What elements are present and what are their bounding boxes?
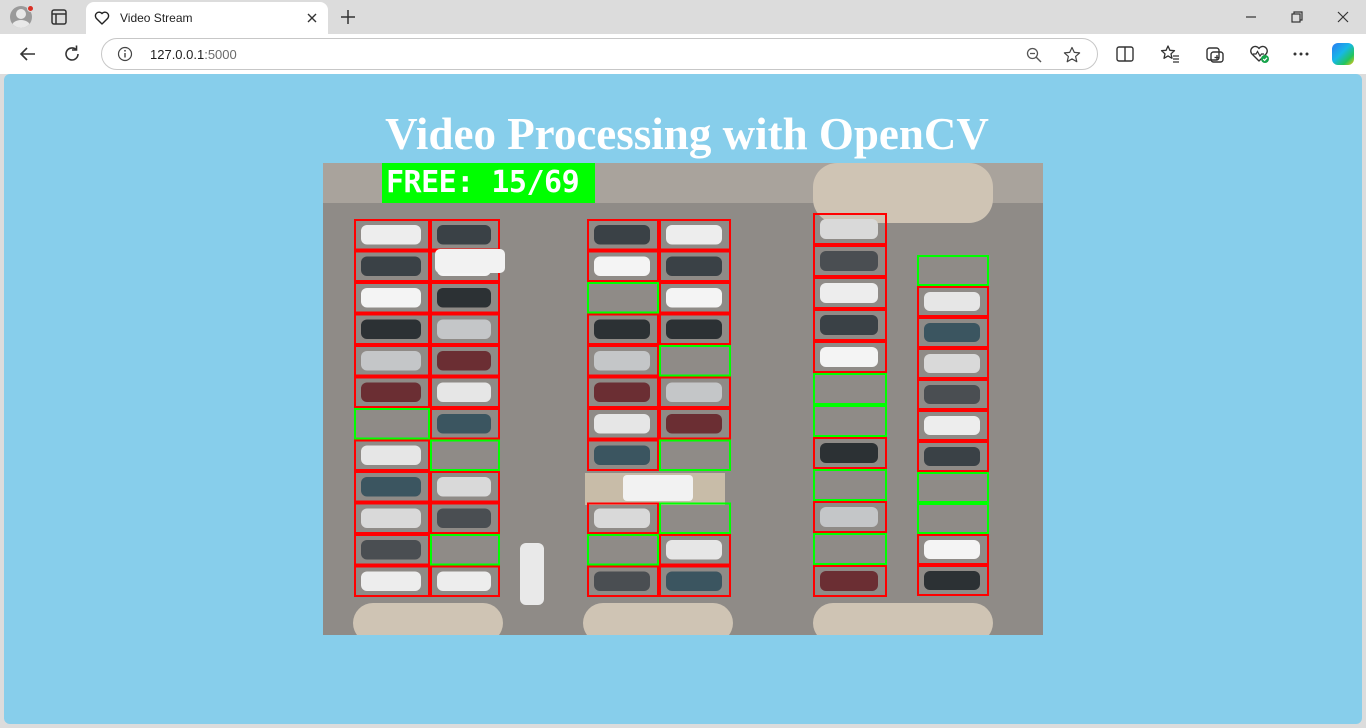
parked-car [361, 225, 421, 245]
parked-car [361, 319, 421, 339]
parked-car [623, 475, 693, 501]
copilot-icon[interactable] [1332, 43, 1354, 65]
parked-car [361, 256, 421, 276]
parked-car [820, 507, 878, 527]
reload-icon[interactable] [61, 43, 83, 65]
more-options-icon[interactable] [1290, 43, 1312, 65]
parked-car [594, 571, 650, 591]
parked-car [594, 225, 650, 245]
tab-close-icon[interactable] [304, 10, 320, 26]
parked-car [594, 414, 650, 434]
new-tab-icon[interactable] [338, 7, 358, 27]
parked-car [924, 292, 980, 311]
planter-island [813, 603, 993, 635]
parked-car [924, 416, 980, 435]
address-bar[interactable]: 127.0.0.1:5000 [101, 38, 1098, 70]
tab-strip: Video Stream [0, 0, 1366, 34]
planter-island [353, 603, 503, 635]
browser-essentials-icon[interactable] [1248, 43, 1270, 65]
parked-car [820, 219, 878, 239]
tab-actions-icon[interactable] [50, 8, 68, 26]
parked-car [361, 445, 421, 465]
url-host: 127.0.0.1 [150, 47, 205, 62]
parked-car [924, 323, 980, 342]
tab-title: Video Stream [120, 11, 193, 25]
parked-car [924, 540, 980, 559]
parked-car [361, 288, 421, 308]
page-viewport: Video Processing with OpenCV FREE: 15/69 [4, 74, 1362, 724]
browser-toolbar: 127.0.0.1:5000 [0, 34, 1366, 74]
heart-favicon-icon [94, 11, 110, 25]
parked-car [437, 351, 491, 371]
parked-car [924, 447, 980, 466]
parked-car [361, 382, 421, 402]
parked-car [820, 251, 878, 271]
parked-car [437, 382, 491, 402]
parked-car [437, 571, 491, 591]
notification-dot [27, 5, 34, 12]
free-spots-counter: FREE: 15/69 [382, 163, 595, 203]
parked-car [820, 571, 878, 591]
planter-island [583, 603, 733, 635]
parked-car [666, 225, 722, 245]
parked-car [666, 288, 722, 308]
parked-car [594, 508, 650, 528]
parked-car [594, 256, 650, 276]
parked-car [437, 288, 491, 308]
url-text: 127.0.0.1:5000 [150, 47, 237, 63]
parked-car [594, 445, 650, 465]
parked-car [437, 225, 491, 245]
parked-car [594, 351, 650, 371]
parked-car [924, 354, 980, 373]
parked-car [666, 414, 722, 434]
collections-icon[interactable] [1204, 43, 1226, 65]
parked-car [820, 315, 878, 335]
parked-car [924, 571, 980, 590]
parked-car [666, 256, 722, 276]
parked-car [437, 477, 491, 497]
site-info-icon[interactable] [117, 46, 133, 62]
parked-car [437, 508, 491, 528]
url-port: :5000 [204, 47, 237, 62]
parked-car [520, 543, 544, 605]
back-arrow-icon[interactable] [17, 43, 39, 65]
parked-car [820, 283, 878, 303]
zoom-out-icon[interactable] [1025, 46, 1043, 64]
split-screen-icon[interactable] [1114, 43, 1136, 65]
parked-car [361, 508, 421, 528]
page-title: Video Processing with OpenCV [385, 109, 989, 159]
parked-car [594, 319, 650, 339]
parked-car [361, 477, 421, 497]
video-stream: FREE: 15/69 [323, 163, 1043, 635]
parked-car [437, 414, 491, 434]
parked-car [361, 571, 421, 591]
favorites-icon[interactable] [1159, 43, 1181, 65]
parked-car [666, 382, 722, 402]
favorite-star-icon[interactable] [1062, 45, 1082, 65]
parked-car [437, 319, 491, 339]
parked-car [594, 382, 650, 402]
restore-icon[interactable] [1286, 6, 1308, 28]
close-window-icon[interactable] [1332, 6, 1354, 28]
parked-car [820, 443, 878, 463]
parked-car [820, 347, 878, 367]
parked-car [924, 385, 980, 404]
parked-car [666, 319, 722, 339]
parked-car [361, 351, 421, 371]
parked-car [666, 571, 722, 591]
parking-lot-feed [323, 163, 1043, 635]
parked-car [666, 540, 722, 560]
active-tab[interactable]: Video Stream [86, 2, 328, 34]
parked-car [435, 249, 505, 273]
minimize-icon[interactable] [1240, 6, 1262, 28]
parked-car [361, 540, 421, 560]
